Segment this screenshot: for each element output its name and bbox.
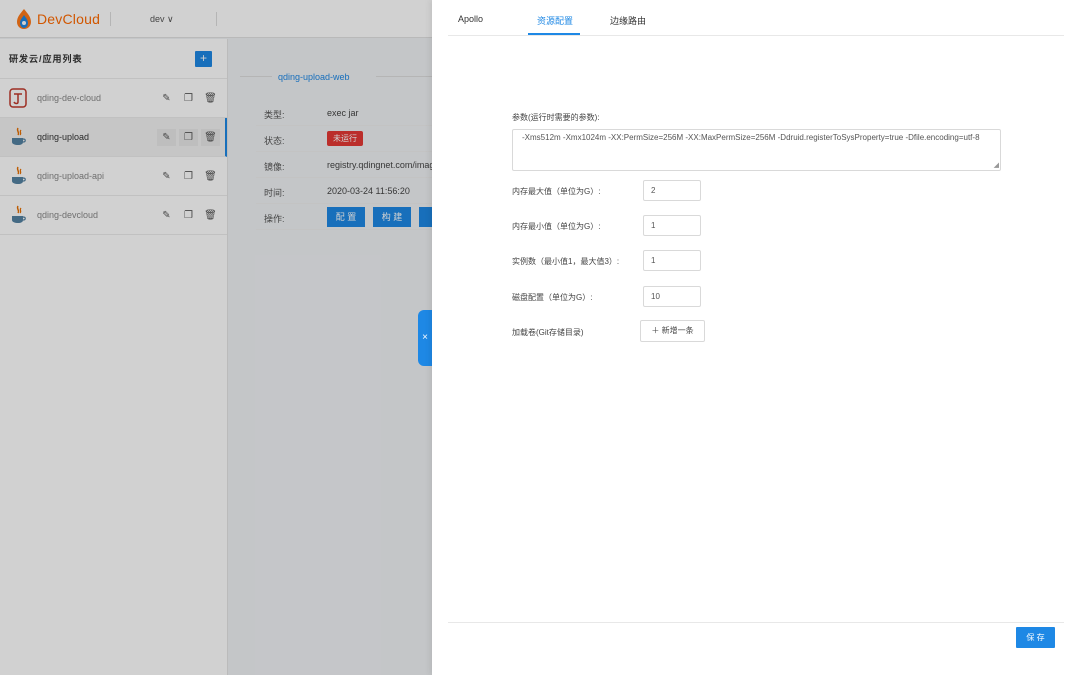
tab-edge-routing[interactable]: 边缘路由 [610,14,646,27]
min-memory-label: 内存最小值（单位为G）: [512,222,601,231]
instances-label: 实例数（最小值1，最大值3）: [512,257,620,266]
tab-apollo[interactable]: Apollo [458,14,483,24]
drawer-close-button[interactable]: × [418,310,432,366]
add-volume-button[interactable]: ＋ 新增一条 [640,320,705,342]
disk-input[interactable]: 10 [643,286,701,307]
drawer-tabs: Apollo 资源配置 边缘路由 [448,0,1064,36]
jvm-params-label: 参数(运行时需要的参数): [512,113,600,122]
volume-label: 加载卷(Git存储目录) [512,328,584,337]
config-drawer: Apollo 资源配置 边缘路由 参数(运行时需要的参数): -Xms512m … [432,0,1080,675]
footer-divider [448,622,1064,623]
resize-handle-icon[interactable]: ◢ [994,162,999,169]
min-memory-input[interactable]: 1 [643,215,701,236]
instances-input[interactable]: 1 [643,250,701,271]
active-tab-indicator [528,33,580,35]
save-button[interactable]: 保 存 [1016,627,1055,648]
max-memory-input[interactable]: 2 [643,180,701,201]
max-memory-label: 内存最大值（单位为G）: [512,187,601,196]
tab-resource-config[interactable]: 资源配置 [537,14,573,27]
jvm-params-value: -Xms512m -Xmx1024m -XX:PermSize=256M -XX… [522,133,980,142]
jvm-params-textarea[interactable]: -Xms512m -Xmx1024m -XX:PermSize=256M -XX… [512,129,1001,171]
disk-label: 磁盘配置（单位为G）: [512,293,593,302]
